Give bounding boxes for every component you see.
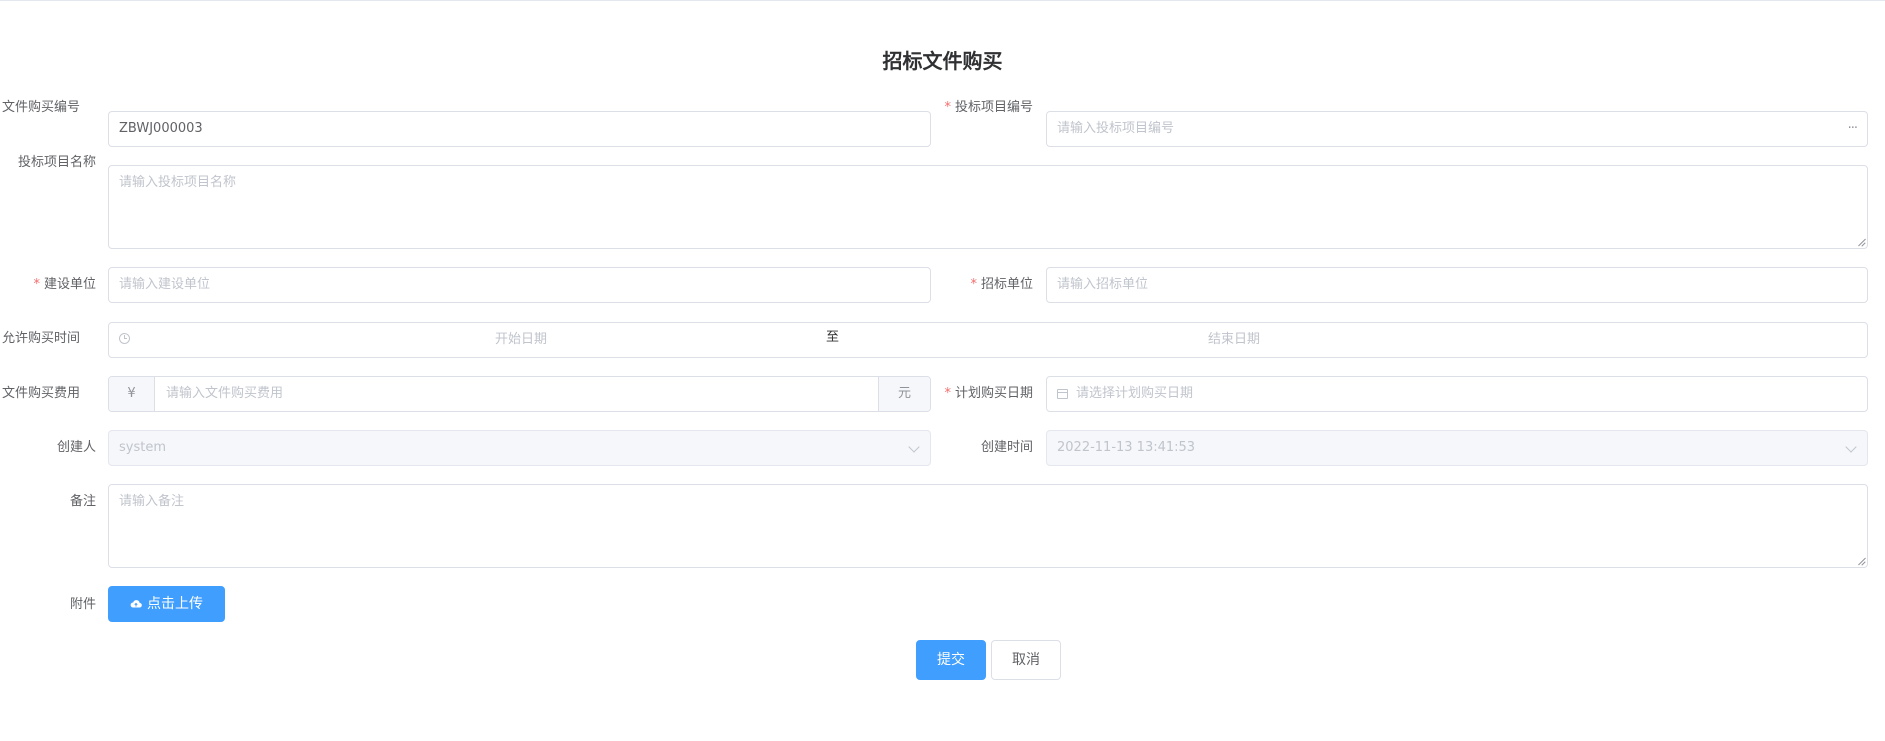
creator-label: 创建人 xyxy=(56,440,96,455)
tender-unit-input[interactable]: 请输入招标单位 xyxy=(1046,267,1868,303)
clock-icon xyxy=(119,333,130,344)
tender-unit-label: * 招标单位 xyxy=(970,277,1033,292)
project-no-label: * 投标项目编号 xyxy=(944,100,1033,115)
submit-button[interactable]: 提交 xyxy=(916,640,986,680)
start-date-input[interactable]: 开始日期 xyxy=(451,323,591,357)
upload-button[interactable]: 点击上传 xyxy=(108,586,225,622)
currency-suffix: 元 xyxy=(878,377,930,411)
chevron-down-icon xyxy=(908,441,920,453)
fee-input-group: ¥ 请输入文件购买费用 元 xyxy=(108,376,931,412)
doc-no-label: *文件购买编号 xyxy=(1,100,80,115)
created-time-label: 创建时间 xyxy=(980,440,1033,455)
construction-unit-label: * 建设单位 xyxy=(33,277,96,292)
cancel-button[interactable]: 取消 xyxy=(991,640,1061,680)
planned-date-picker[interactable]: 请选择计划购买日期 xyxy=(1046,376,1868,412)
end-date-input[interactable]: 结束日期 xyxy=(1164,323,1304,357)
remark-label: 备注 xyxy=(69,494,96,509)
creator-select: system xyxy=(108,430,931,466)
fee-label: *文件购买费用 xyxy=(1,386,80,401)
chevron-down-icon xyxy=(1845,441,1857,453)
attachment-label: 附件 xyxy=(69,597,96,612)
project-name-textarea[interactable]: 请输入投标项目名称 xyxy=(108,165,1868,249)
required-mark: * xyxy=(944,100,951,115)
required-mark: * xyxy=(970,277,977,292)
fee-input[interactable]: 请输入文件购买费用 xyxy=(166,377,283,411)
allowed-time-range-picker[interactable]: 开始日期 至 结束日期 xyxy=(108,322,1868,358)
construction-unit-input[interactable]: 请输入建设单位 xyxy=(108,267,931,303)
project-name-label: 投标项目名称 xyxy=(17,155,96,170)
planned-date-label: * 计划购买日期 xyxy=(944,386,1033,401)
required-mark: * xyxy=(944,386,951,401)
remark-textarea[interactable]: 请输入备注 xyxy=(108,484,1868,568)
top-divider xyxy=(0,0,1885,1)
doc-no-input[interactable]: ZBWJ000003 xyxy=(108,111,931,147)
resize-handle-icon[interactable] xyxy=(1857,557,1865,565)
page-title: 招标文件购买 xyxy=(882,49,1003,73)
calendar-icon xyxy=(1057,389,1068,399)
currency-prefix: ¥ xyxy=(109,377,155,411)
project-no-input[interactable]: 请输入投标项目编号 ··· xyxy=(1046,111,1868,147)
required-mark: * xyxy=(33,277,40,292)
resize-handle-icon[interactable] xyxy=(1857,238,1865,246)
cloud-upload-icon xyxy=(130,599,142,608)
more-dots-icon[interactable]: ··· xyxy=(1848,112,1858,146)
created-time-select: 2022-11-13 13:41:53 xyxy=(1046,430,1868,466)
allowed-time-label: *允许购买时间 xyxy=(1,331,80,346)
range-separator: 至 xyxy=(826,330,840,345)
